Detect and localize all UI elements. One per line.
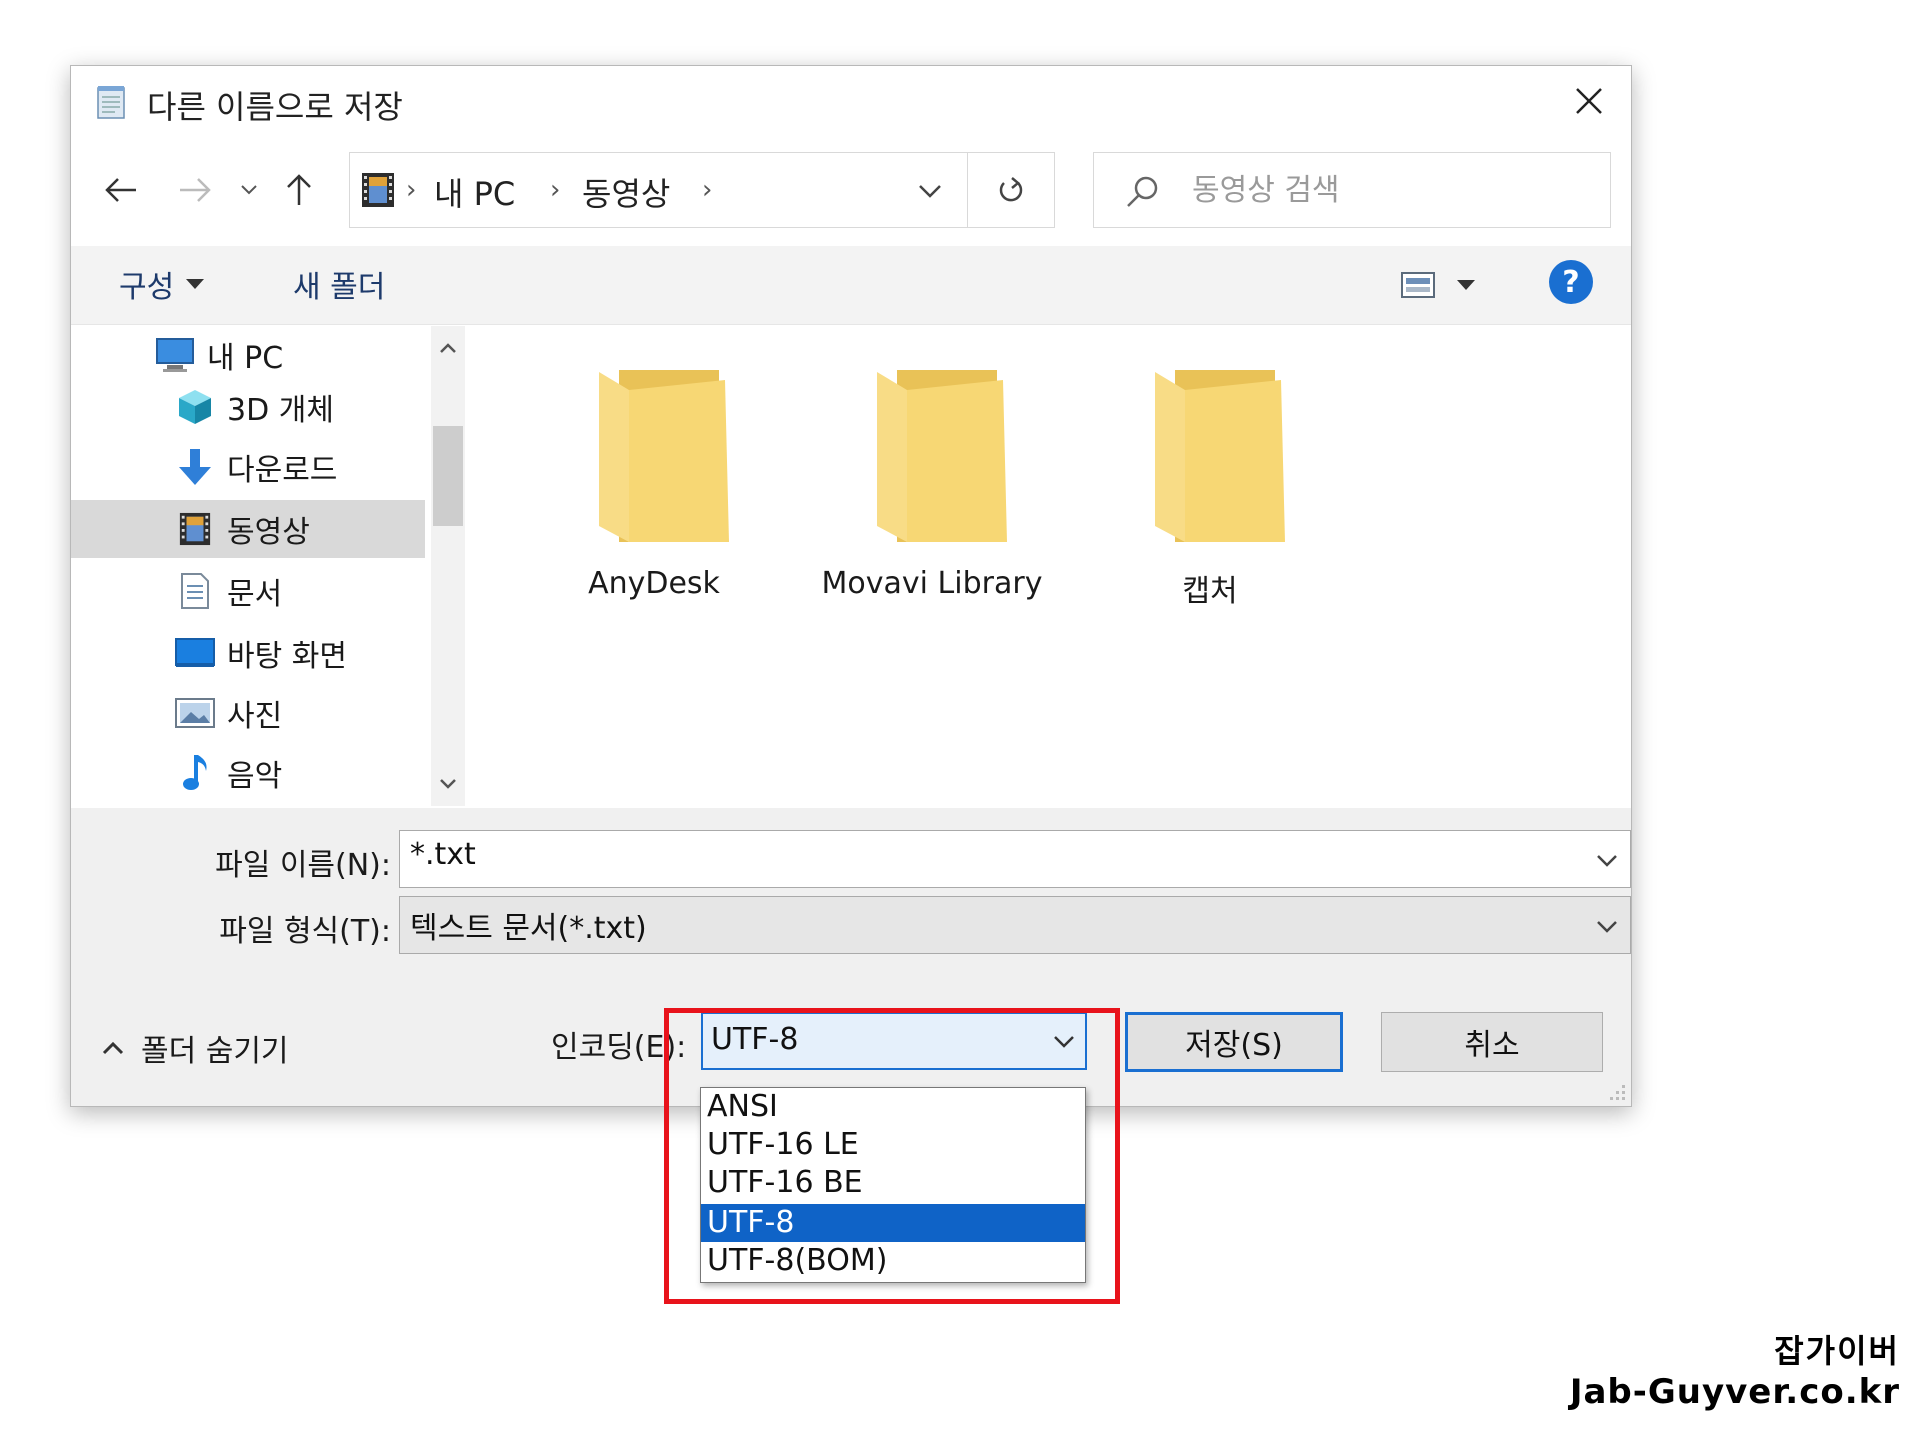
sidebar-item-label: 사진 — [227, 699, 283, 734]
scroll-down-button[interactable] — [431, 766, 465, 802]
computer-icon — [155, 335, 195, 375]
folder-name: Movavi Library — [821, 566, 1043, 601]
chevron-down-icon — [440, 779, 456, 789]
music-note-icon — [175, 753, 215, 793]
command-toolbar: 구성 새 폴더 ? — [71, 246, 1631, 325]
watermark-url: Jab-Guyver.co.kr — [1569, 1372, 1900, 1412]
sidebar-item-label: 동영상 — [227, 515, 310, 550]
annotation-highlight-box — [664, 1008, 1120, 1304]
help-button[interactable]: ? — [1549, 260, 1593, 304]
folder-name: 캡처 — [1182, 574, 1238, 609]
cube-3d-icon — [175, 387, 215, 427]
sidebar-item-label: 내 PC — [207, 341, 284, 376]
notepad-icon — [95, 84, 127, 120]
save-as-dialog: 다른 이름으로 저장 › 내 PC › 동영상 › 동영상 검색 구성 새 폴더… — [70, 65, 1632, 1107]
view-icon — [1401, 272, 1435, 298]
resize-grip-icon[interactable] — [1607, 1082, 1627, 1102]
film-icon — [175, 509, 215, 549]
view-options-button[interactable] — [1401, 264, 1491, 306]
sidebar-item-videos[interactable]: 동영상 — [71, 500, 425, 558]
chevron-down-icon — [241, 185, 257, 195]
download-arrow-icon — [175, 447, 215, 487]
file-list: AnyDesk Movavi Library 캡처 — [467, 326, 1631, 806]
folder-item[interactable]: AnyDesk — [529, 366, 779, 626]
up-button[interactable] — [275, 166, 323, 214]
hide-folders-button[interactable]: 폴더 숨기기 — [101, 1026, 289, 1070]
sidebar-item-music[interactable]: 음악 — [71, 744, 425, 802]
sidebar-item-pictures[interactable]: 사진 — [71, 684, 425, 742]
sidebar-item-downloads[interactable]: 다운로드 — [71, 438, 425, 496]
title-bar: 다른 이름으로 저장 — [71, 66, 1631, 134]
arrow-right-icon — [180, 178, 211, 202]
sidebar-item-my-pc[interactable]: 내 PC — [71, 326, 425, 384]
navpane-scrollbar[interactable] — [431, 326, 465, 806]
folder-icon — [599, 370, 729, 542]
caret-down-icon — [186, 279, 205, 289]
arrow-up-icon — [287, 174, 311, 205]
breadcrumb-item-videos[interactable]: 동영상 — [582, 169, 670, 215]
chevron-down-icon — [1597, 921, 1617, 933]
close-button[interactable] — [1561, 76, 1617, 126]
folder-item[interactable]: 캡처 — [1085, 366, 1335, 626]
forward-button[interactable] — [171, 166, 219, 214]
scroll-up-button[interactable] — [431, 330, 465, 366]
desktop-icon — [175, 633, 215, 673]
filename-value[interactable]: *.txt — [410, 837, 476, 872]
arrow-left-icon — [105, 178, 136, 202]
chevron-right-icon: › — [702, 175, 713, 205]
navigation-pane: 내 PC 3D 개체 다운로드 동영상 문서 바탕 화면 사진 음악 — [71, 326, 465, 806]
search-box[interactable] — [1093, 152, 1611, 228]
sidebar-item-label: 문서 — [227, 577, 283, 612]
search-input[interactable] — [1190, 165, 1594, 215]
close-icon — [1576, 88, 1602, 114]
back-button[interactable] — [97, 166, 145, 214]
document-icon — [175, 571, 215, 611]
watermark: 잡가이버 Jab-Guyver.co.kr — [1570, 1326, 1900, 1412]
chevron-down-icon — [919, 185, 941, 198]
breadcrumb-item-my-pc[interactable]: 내 PC — [434, 169, 515, 215]
filetype-value: 텍스트 문서(*.txt) — [410, 911, 647, 946]
filename-label: 파일 이름(N): — [215, 848, 391, 883]
window-title: 다른 이름으로 저장 — [147, 88, 403, 126]
organize-button[interactable]: 구성 — [119, 262, 205, 306]
save-button[interactable]: 저장(S) — [1125, 1012, 1343, 1072]
chevron-right-icon: › — [550, 175, 561, 205]
filetype-label: 파일 형식(T): — [219, 914, 391, 949]
folder-name: AnyDesk — [588, 566, 720, 601]
navigation-bar: › 내 PC › 동영상 › — [71, 152, 1631, 230]
folder-item[interactable]: Movavi Library — [807, 366, 1057, 626]
chevron-right-icon: › — [406, 175, 417, 205]
sidebar-item-documents[interactable]: 문서 — [71, 562, 425, 620]
film-icon — [360, 171, 396, 209]
sidebar-item-3d-objects[interactable]: 3D 개체 — [71, 378, 425, 436]
sidebar-item-label: 3D 개체 — [227, 393, 334, 428]
address-dropdown-button[interactable] — [910, 171, 950, 211]
cancel-button[interactable]: 취소 — [1381, 1012, 1603, 1072]
refresh-icon — [999, 177, 1023, 202]
sidebar-item-label: 음악 — [227, 759, 283, 794]
picture-icon — [175, 693, 215, 733]
filetype-select[interactable]: 텍스트 문서(*.txt) — [399, 896, 1631, 954]
chevron-up-icon — [102, 1041, 124, 1055]
sidebar-item-label: 바탕 화면 — [227, 639, 347, 674]
address-bar[interactable]: › 내 PC › 동영상 › — [349, 152, 1055, 228]
scroll-thumb[interactable] — [433, 426, 463, 526]
folder-icon — [1155, 370, 1285, 542]
filename-field[interactable]: *.txt — [399, 830, 1631, 888]
sidebar-item-label: 다운로드 — [227, 453, 338, 488]
chevron-down-icon[interactable] — [1592, 845, 1622, 875]
folder-icon — [877, 370, 1007, 542]
sidebar-item-desktop[interactable]: 바탕 화면 — [71, 624, 425, 682]
organize-label: 구성 — [119, 270, 175, 305]
recent-locations-button[interactable] — [231, 166, 267, 214]
watermark-korean: 잡가이버 — [1774, 1332, 1900, 1370]
refresh-button[interactable] — [967, 153, 1054, 227]
chevron-up-icon — [440, 343, 456, 353]
search-icon — [1124, 173, 1162, 211]
new-folder-button[interactable]: 새 폴더 — [293, 262, 385, 306]
caret-down-icon — [1457, 280, 1475, 290]
hide-folders-label: 폴더 숨기기 — [141, 1034, 289, 1069]
